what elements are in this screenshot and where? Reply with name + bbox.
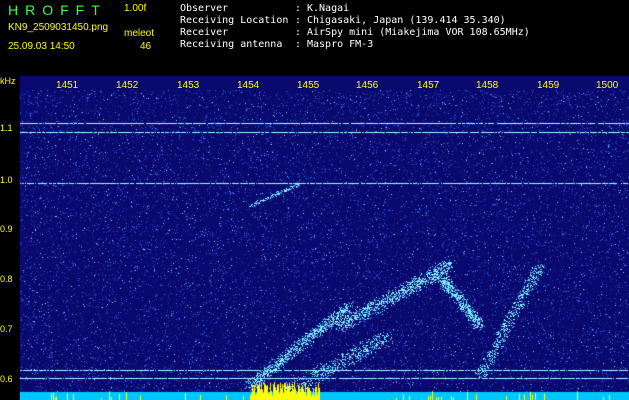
y-tick: 0.6 — [0, 374, 13, 384]
info-value: Maspro FM-3 — [307, 39, 374, 50]
x-tick: 1451 — [56, 80, 79, 91]
info-label: Receiver — [180, 27, 229, 38]
y-tick: 0.7 — [0, 324, 13, 334]
x-tick: 1456 — [356, 80, 379, 91]
date-time: 25.09.03 14:50 — [8, 41, 75, 52]
x-tick: 1454 — [237, 80, 260, 91]
app-version: 1.00f — [124, 3, 147, 14]
header: HROFFT 1.00f KN9_2509031450.png meleot 2… — [0, 0, 629, 76]
x-tick: 1455 — [297, 80, 320, 91]
y-tick: 1.0 — [0, 175, 13, 185]
info-antenna: Receiving antenna: Maspro FM-3 — [180, 39, 374, 50]
detection-count: 46 — [140, 41, 152, 52]
frequency-unit: kHz — [0, 76, 16, 86]
file-name: KN9_2509031450.png — [8, 22, 109, 33]
info-label: Receiving Location — [180, 15, 289, 26]
info-value: AirSpy mini (Miakejima VOR 108.65MHz) — [307, 27, 530, 38]
info-value: K.Nagai — [307, 3, 350, 14]
y-tick: 0.8 — [0, 274, 13, 284]
x-tick: 1500 — [596, 80, 619, 91]
x-tick: 1459 — [537, 80, 560, 91]
x-tick: 1452 — [116, 80, 139, 91]
info-label: Observer — [180, 3, 229, 14]
y-tick: 0.9 — [0, 224, 13, 234]
y-tick: 1.1 — [0, 123, 13, 133]
plugin-label: meleot — [124, 28, 155, 39]
x-tick: 1457 — [417, 80, 440, 91]
spectrogram-panel: kHz 1.1 1.0 0.9 0.8 0.7 0.6 1451 1452 14… — [0, 76, 629, 400]
x-tick: 1453 — [177, 80, 200, 91]
app-logo: HROFFT — [8, 2, 107, 18]
info-value: Chigasaki, Japan (139.414 35.340) — [307, 15, 506, 26]
info-location: Receiving Location: Chigasaki, Japan (139… — [180, 15, 506, 26]
info-observer: Observer: K.Nagai — [180, 3, 350, 14]
spectrogram-canvas[interactable] — [20, 76, 629, 400]
info-label: Receiving antenna — [180, 39, 283, 50]
x-tick: 1458 — [476, 80, 499, 91]
info-receiver: Receiver: AirSpy mini (Miakejima VOR 108.… — [180, 27, 530, 38]
